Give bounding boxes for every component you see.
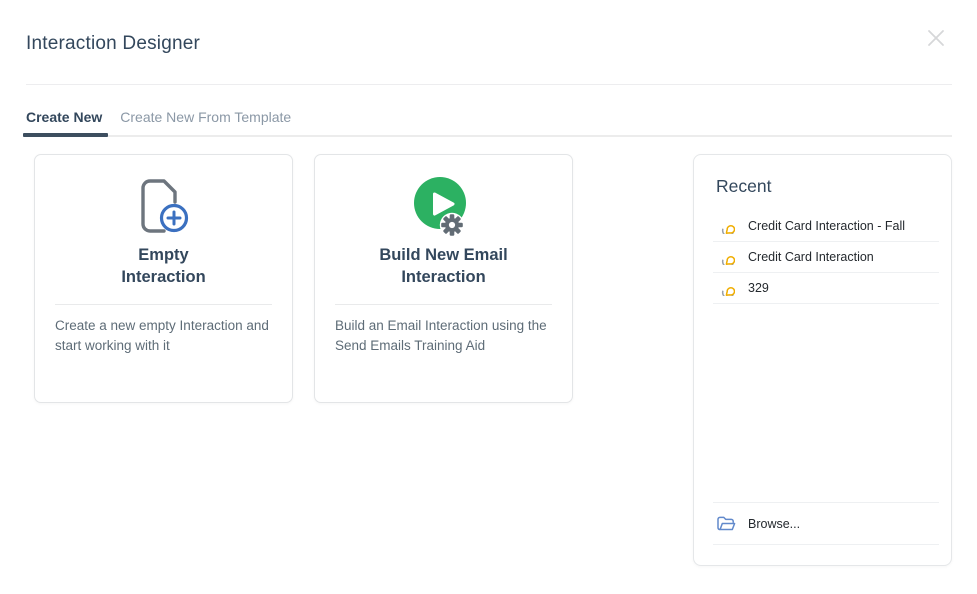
- close-icon: [925, 27, 947, 49]
- tab-bar: Create New Create New From Template: [26, 109, 291, 125]
- dialog-title: Interaction Designer: [26, 33, 200, 55]
- recent-panel: Recent Credit Card Interaction - Fall: [693, 154, 952, 566]
- browse-label: Browse...: [748, 517, 800, 531]
- tab-baseline: [23, 135, 952, 137]
- card-divider: [55, 304, 272, 305]
- card-title-line2: Interaction: [35, 266, 292, 288]
- recent-item-credit-card-interaction[interactable]: Credit Card Interaction: [713, 242, 939, 273]
- card-title-line1: Empty: [35, 244, 292, 266]
- interaction-icon: [720, 281, 735, 296]
- recent-heading: Recent: [716, 176, 771, 197]
- active-tab-underline: [23, 133, 108, 137]
- header-divider: [26, 84, 952, 85]
- recent-item-329[interactable]: 329: [713, 273, 939, 304]
- interaction-icon: [720, 219, 735, 234]
- recent-list: Credit Card Interaction - Fall Credit Ca…: [713, 211, 939, 304]
- browse-button[interactable]: Browse...: [713, 502, 939, 545]
- tab-create-new[interactable]: Create New: [26, 109, 102, 125]
- interaction-designer-dialog: Interaction Designer Create New Create N…: [0, 0, 977, 594]
- card-title-line1: Build New Email: [315, 244, 572, 266]
- card-title-line2: Interaction: [315, 266, 572, 288]
- card-divider: [335, 304, 552, 305]
- recent-item-label: Credit Card Interaction - Fall: [748, 219, 905, 233]
- document-add-icon: [138, 177, 190, 237]
- card-title: Empty Interaction: [35, 244, 292, 288]
- recent-item-credit-card-interaction-fall[interactable]: Credit Card Interaction - Fall: [713, 211, 939, 242]
- recent-item-label: 329: [748, 281, 769, 295]
- tab-create-new-from-template[interactable]: Create New From Template: [120, 109, 291, 125]
- interaction-icon: [720, 250, 735, 265]
- recent-item-label: Credit Card Interaction: [748, 250, 874, 264]
- close-button[interactable]: [920, 22, 952, 54]
- empty-interaction-card[interactable]: Empty Interaction Create a new empty Int…: [34, 154, 293, 403]
- card-title: Build New Email Interaction: [315, 244, 572, 288]
- card-description: Create a new empty Interaction and start…: [55, 316, 278, 355]
- open-folder-icon: [717, 516, 736, 532]
- play-gear-icon: [413, 177, 475, 239]
- card-description: Build an Email Interaction using the Sen…: [335, 316, 558, 355]
- build-new-email-interaction-card[interactable]: Build New Email Interaction Build an Ema…: [314, 154, 573, 403]
